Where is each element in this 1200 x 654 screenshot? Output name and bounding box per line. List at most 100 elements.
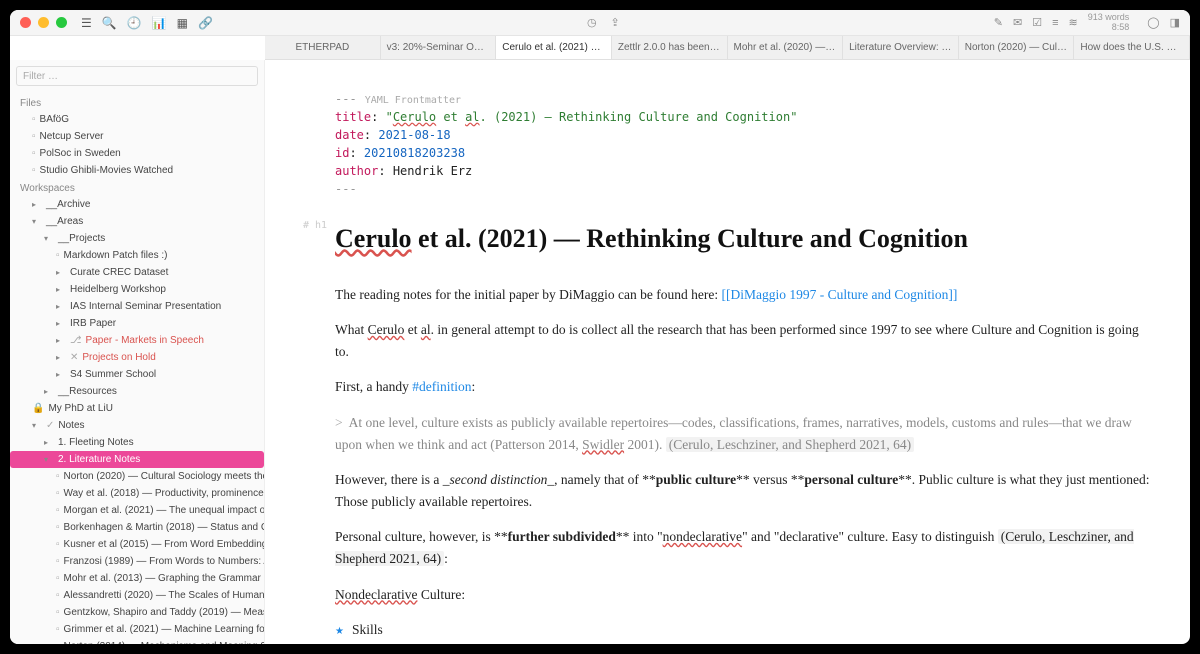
folder-item[interactable]: ▸__Archive [10, 196, 264, 213]
share-icon[interactable]: ⇪ [611, 16, 620, 29]
file-item[interactable]: ▫Gentzkow, Shapiro and Taddy (2019) — Me… [10, 604, 264, 621]
edit-icon[interactable]: ✎ [994, 16, 1003, 29]
tasks-icon[interactable]: ☑ [1032, 16, 1042, 29]
item-label: S4 Summer School [70, 367, 156, 382]
paragraph: However, there is a _second distinction_… [335, 469, 1150, 512]
workspaces-header: Workspaces [10, 179, 264, 196]
pomodoro-icon[interactable]: ◷ [587, 16, 597, 29]
document-icon: ▫ [32, 146, 36, 161]
file-item[interactable]: ▫Grimmer et al. (2021) — Machine Learnin… [10, 621, 264, 638]
document-tab[interactable]: Zettlr 2.0.0 has been released [612, 36, 728, 59]
chevron-icon: ▾ [32, 418, 42, 433]
file-item[interactable]: 🔒My PhD at LiU [10, 400, 264, 417]
item-label: Mohr et al. (2013) — Graphing the Gramma… [64, 571, 264, 586]
document-tab[interactable]: How does the U.S. Congress Work? [1074, 36, 1190, 59]
item-icon: ✓ [46, 418, 54, 433]
toolbar-center: ◷ ⇪ [213, 16, 994, 29]
table-icon[interactable]: ▦ [177, 16, 188, 30]
stats-icon[interactable]: 📊 [152, 16, 167, 30]
wiki-link[interactable]: [[DiMaggio 1997 - Culture and Cognition]… [722, 287, 958, 302]
file-item[interactable]: ▫Alessandretti (2020) — The Scales of Hu… [10, 587, 264, 604]
chevron-icon: ▾ [44, 231, 54, 246]
item-label: IRB Paper [70, 316, 116, 331]
document-icon: ▫ [32, 129, 36, 144]
item-label: Projects on Hold [82, 350, 155, 365]
toggle-right-sidebar-icon[interactable]: ◨ [1170, 16, 1180, 29]
file-item[interactable]: ▫Morgan et al. (2021) — The unequal impa… [10, 502, 264, 519]
item-label: IAS Internal Seminar Presentation [70, 299, 221, 314]
minimize-button[interactable] [38, 17, 49, 28]
chevron-icon: ▸ [56, 282, 66, 297]
main-area: Filter … Files ▫BAföG▫Netcup Server▫PolS… [10, 60, 1190, 644]
chevron-icon: ▸ [32, 197, 42, 212]
chevron-icon: ▸ [56, 316, 66, 331]
file-item[interactable]: ▫Franzosi (1989) — From Words to Numbers… [10, 553, 264, 570]
file-item[interactable]: ▫Studio Ghibli-Movies Watched [10, 162, 264, 179]
document-tab[interactable]: Norton (2020) — Cultural Sociology m [959, 36, 1075, 59]
readability-icon[interactable]: ≋ [1069, 16, 1078, 29]
hashtag[interactable]: #definition [412, 379, 471, 394]
folder-item[interactable]: ▸__Resources [10, 383, 264, 400]
comment-icon[interactable]: ✉ [1013, 16, 1022, 29]
item-label: Franzosi (1989) — From Words to Numbers:… [64, 554, 264, 569]
chevron-icon: ▸ [56, 333, 66, 348]
item-label: Notes [58, 418, 84, 433]
document-tab[interactable]: v3: 20%-Seminar Outline [381, 36, 497, 59]
close-button[interactable] [20, 17, 31, 28]
file-item[interactable]: ▫Mohr et al. (2013) — Graphing the Gramm… [10, 570, 264, 587]
document-tab[interactable]: Mohr et al. (2020) — Measuring Cultur [728, 36, 844, 59]
recent-docs-icon[interactable]: 🕘 [127, 16, 142, 30]
document-tab[interactable]: Cerulo et al. (2021) — Rethinking Cult… [496, 36, 612, 59]
item-label: Kusner et al (2015) — From Word Embeddin… [64, 537, 264, 552]
item-icon: ▫ [56, 469, 60, 484]
folder-item[interactable]: ▸ IRB Paper [10, 315, 264, 332]
item-label: Markdown Patch files :) [64, 248, 168, 263]
folder-item[interactable]: ▸✕Projects on Hold [10, 349, 264, 366]
chevron-icon: ▸ [56, 350, 66, 365]
document-tab[interactable]: Literature Overview: CREC in Political I [843, 36, 959, 59]
citation[interactable]: (Cerulo, Leschziner, and Shepherd 2021, … [666, 437, 914, 452]
file-item[interactable]: ▫Way et al. (2018) — Productivity, promi… [10, 485, 264, 502]
folder-item[interactable]: ▸Curate CREC Dataset [10, 264, 264, 281]
maximize-button[interactable] [56, 17, 67, 28]
insert-icon[interactable]: ≡ [1052, 17, 1058, 29]
document-icon: ▫ [32, 163, 36, 178]
app-window: ☰ 🔍 🕘 📊 ▦ 🔗 ◷ ⇪ ✎ ✉ ☑ ≡ ≋ 913 words 8:58… [10, 10, 1190, 644]
file-item[interactable]: ▫ Borkenhagen & Martin (2018) — Status an… [10, 519, 264, 536]
file-item[interactable]: ▫Norton (2020) — Cultural Sociology meet… [10, 468, 264, 485]
paragraph: Personal culture, however, is **further … [335, 526, 1150, 569]
item-label: Borkenhagen & Martin (2018) — Status and… [64, 520, 264, 535]
toolbar-left: ☰ 🔍 🕘 📊 ▦ 🔗 [81, 16, 213, 30]
folder-item[interactable]: ▸IAS Internal Seminar Presentation [10, 298, 264, 315]
folder-item[interactable]: ▾2. Literature Notes [10, 451, 264, 468]
document-title: # h1 Cerulo et al. (2021) — Rethinking C… [335, 218, 1150, 260]
folder-item[interactable]: ▾__Areas [10, 213, 264, 230]
paragraph: First, a handy #definition: [335, 376, 1150, 398]
file-item[interactable]: ▫ Kusner et al (2015) — From Word Embeddi… [10, 536, 264, 553]
link-icon[interactable]: 🔗 [198, 16, 213, 30]
search-icon[interactable]: 🔍 [102, 16, 117, 30]
folder-item[interactable]: ▸1. Fleeting Notes [10, 434, 264, 451]
file-item[interactable]: ▫PolSoc in Sweden [10, 145, 264, 162]
editor[interactable]: ---YAML Frontmatter title: "Cerulo et al… [265, 60, 1190, 644]
file-item[interactable]: ▫BAföG [10, 111, 264, 128]
folder-item[interactable]: ▸S4 Summer School [10, 366, 264, 383]
item-icon: ⎇ [70, 333, 82, 348]
item-label: __Areas [46, 214, 83, 229]
item-icon: ▫ [56, 486, 60, 501]
item-icon: ▫ [56, 537, 60, 552]
filter-input[interactable]: Filter … [16, 66, 258, 86]
folder-item[interactable]: ▸Heidelberg Workshop [10, 281, 264, 298]
document-tab[interactable]: ETHERPAD [265, 36, 381, 59]
file-item[interactable]: ▫Netcup Server [10, 128, 264, 145]
file-item[interactable]: ▫Norton (2014) — Mechanisms and Meaning … [10, 638, 264, 644]
folder-item[interactable]: ▸⎇Paper - Markets in Speech [10, 332, 264, 349]
folder-item[interactable]: ▾__Projects [10, 230, 264, 247]
item-icon: ▫ [56, 503, 60, 518]
folder-item[interactable]: ▾ ✓ Notes [10, 417, 264, 434]
item-icon: ▫ [56, 605, 60, 620]
settings-icon[interactable]: ◯ [1147, 16, 1159, 29]
item-icon: ▫ [56, 520, 60, 535]
toggle-sidebar-icon[interactable]: ☰ [81, 16, 92, 30]
file-item[interactable]: ▫Markdown Patch files :) [10, 247, 264, 264]
